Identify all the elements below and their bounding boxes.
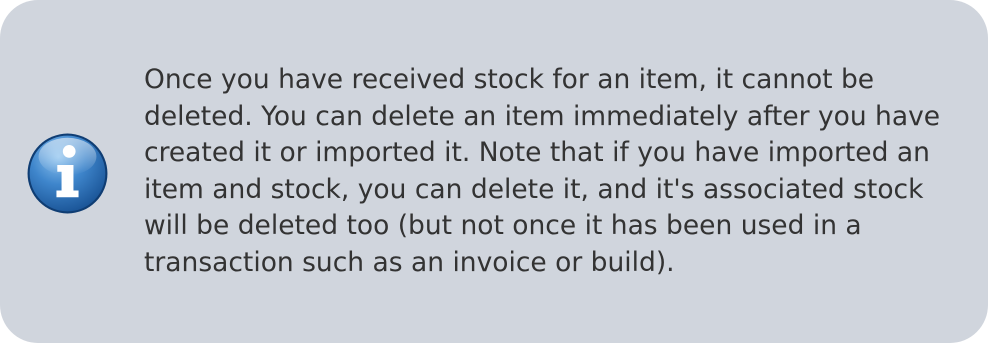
note-line: item and stock, you can delete it, and i…	[144, 173, 924, 205]
note-line: will be deleted too (but not once it has…	[144, 210, 862, 241]
info-icon	[25, 131, 110, 216]
note-line: created it or imported it. Note that if …	[144, 137, 930, 168]
info-note-box: Once you have received stock for an item…	[0, 0, 988, 343]
note-line: deleted. You can delete an item immediat…	[144, 100, 941, 132]
note-text: Once you have received stock for an item…	[144, 62, 954, 281]
note-line: Once you have received stock for an item…	[144, 64, 875, 95]
note-line: transaction such as an invoice or build)…	[144, 246, 675, 278]
